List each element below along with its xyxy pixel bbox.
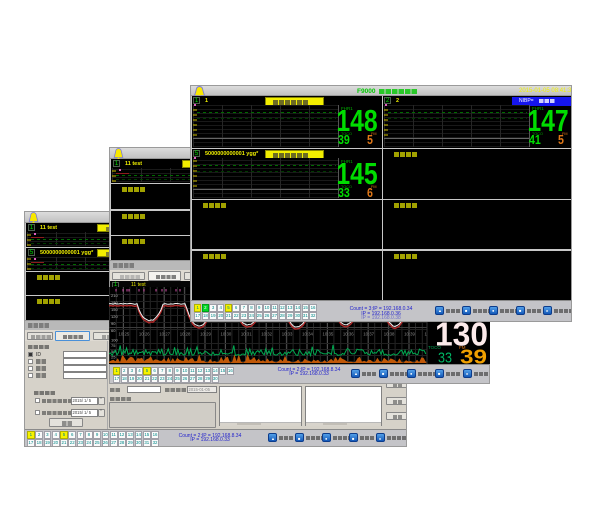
svg-text:33: 33 [438,350,452,365]
svg-text:10:32: 10:32 [261,332,272,337]
svg-text:210: 210 [111,293,118,298]
svg-text:100: 100 [111,338,118,343]
svg-text:120: 120 [111,314,118,319]
svg-text:10:37: 10:37 [363,332,374,337]
svg-text:10:25: 10:25 [119,332,130,337]
svg-text:10:30: 10:30 [221,332,232,337]
svg-text:10:36: 10:36 [343,332,354,337]
svg-text:39: 39 [460,347,487,365]
svg-text:10:28: 10:28 [180,332,191,337]
svg-text:10:31: 10:31 [241,332,252,337]
svg-text:10:27: 10:27 [159,332,170,337]
svg-text:10:38: 10:38 [384,332,395,337]
svg-text:150: 150 [111,307,118,312]
svg-text:10:34: 10:34 [302,332,313,337]
svg-text:10:26: 10:26 [139,332,150,337]
svg-text:10:33: 10:33 [282,332,293,337]
svg-text:10:35: 10:35 [323,332,334,337]
svg-text:75: 75 [111,343,116,348]
svg-text:90: 90 [111,321,116,326]
svg-text:10:39: 10:39 [404,332,415,337]
svg-text:10:29: 10:29 [200,332,211,337]
svg-text:60: 60 [111,328,116,333]
